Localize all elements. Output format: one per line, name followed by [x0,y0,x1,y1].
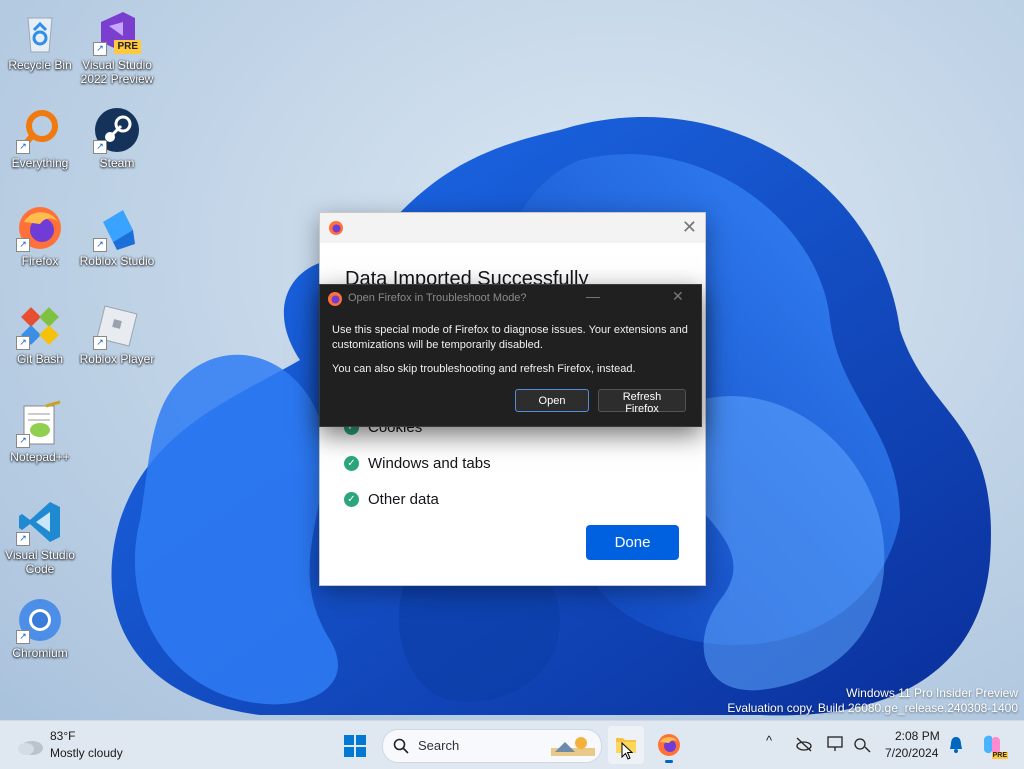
import-item-other-data: ✓ Other data [344,491,439,508]
notification-bell-icon[interactable] [948,736,964,754]
windows-watermark: Windows 11 Pro Insider Preview Evaluatio… [727,686,1018,716]
check-icon: ✓ [344,492,359,507]
network-status-icon[interactable] [853,735,871,753]
cloudy-weather-icon [18,741,43,755]
desktop-icon-label: Recycle Bin [8,58,72,72]
weather-temperature: 83°F [50,729,76,743]
desktop-icon-label: Visual Studio 2022 Preview [80,58,154,86]
watermark-build: Evaluation copy. Build 26080.ge_release.… [727,701,1018,715]
taskbar-search-box[interactable]: Search [382,729,602,763]
windows-start-icon[interactable] [344,735,366,757]
shortcut-arrow-icon: ↗ [93,42,107,56]
shortcut-arrow-icon: ↗ [16,238,30,252]
taskbar-firefox[interactable] [651,726,687,764]
roblox-player-icon: ↗ [93,302,141,350]
desktop-icon-vscode[interactable]: ↗ Visual Studio Code [0,498,80,576]
check-icon: ✓ [344,456,359,471]
shortcut-arrow-icon: ↗ [93,238,107,252]
desktop-icon-steam[interactable]: ↗ Steam [77,106,157,170]
roblox-studio-icon: ↗ [93,204,141,252]
vscode-icon: ↗ [16,498,64,546]
firefox-icon [328,292,342,306]
firefox-icon [329,221,343,235]
import-dialog-close-button[interactable]: ✕ [682,217,697,238]
display-icon[interactable] [827,735,845,753]
desktop-icon-label: Notepad++ [10,450,70,464]
desktop-icon-label: Git Bash [16,352,64,366]
clock-time[interactable]: 2:08 PM [895,729,940,743]
minimize-button[interactable]: — [586,288,600,304]
git-bash-icon: ↗ [16,302,64,350]
open-troubleshoot-button[interactable]: Open [515,389,589,412]
mouse-cursor-icon [621,742,633,760]
desktop-icon-label: Visual Studio Code [5,548,75,576]
weather-description: Mostly cloudy [50,746,123,760]
visual-studio-preview-icon: PRE ↗ [93,8,141,56]
import-item-windows-tabs: ✓ Windows and tabs [344,455,491,472]
desktop-icon-firefox[interactable]: ↗ Firefox [0,204,80,268]
desktop-icon-everything[interactable]: ↗ Everything [0,106,80,170]
desktop-icon-notepad-plus-plus[interactable]: ↗ Notepad++ [0,400,80,464]
notepad-plus-plus-icon: ↗ [16,400,64,448]
desktop-icon-label: Steam [99,156,135,170]
troubleshoot-refresh-hint: You can also skip troubleshooting and re… [332,363,636,375]
running-indicator [665,760,673,763]
taskbar-file-explorer[interactable] [608,726,644,764]
desktop-icon-label: Roblox Player [79,352,155,366]
chromium-icon: ↗ [16,596,64,644]
pre-badge: PRE [991,752,1008,759]
desktop-icon-label: Chromium [12,646,68,660]
shortcut-arrow-icon: ↗ [16,532,30,546]
firefox-icon: ↗ [16,204,64,252]
copilot-button[interactable]: PRE [980,733,1008,759]
firefox-icon [658,734,680,756]
shortcut-arrow-icon: ↗ [16,630,30,644]
troubleshoot-dialog-title: Open Firefox in Troubleshoot Mode? [348,292,527,304]
desktop-icon-label: Roblox Studio [79,254,155,268]
shortcut-arrow-icon: ↗ [16,140,30,154]
onedrive-offline-icon[interactable] [795,735,813,753]
taskbar: 83°F Mostly cloudy Search ^ 2:08 PM 7/20… [0,720,1024,769]
import-item-label: Windows and tabs [368,455,491,472]
clock-date[interactable]: 7/20/2024 [885,746,938,760]
shortcut-arrow-icon: ↗ [93,140,107,154]
shortcut-arrow-icon: ↗ [93,336,107,350]
troubleshoot-dialog-titlebar: Open Firefox in Troubleshoot Mode? — ✕ [320,285,701,313]
desktop-icon-roblox-player[interactable]: ↗ Roblox Player [77,302,157,366]
desktop-icon-visual-studio-preview[interactable]: PRE ↗ Visual Studio 2022 Preview [77,8,157,86]
search-highlight-icon [551,737,595,756]
refresh-firefox-button[interactable]: Refresh Firefox [598,389,686,415]
import-dialog-titlebar: ✕ [320,213,705,243]
desktop-icon-roblox-studio[interactable]: ↗ Roblox Studio [77,204,157,268]
search-placeholder: Search [418,738,460,753]
desktop-icon-chromium[interactable]: ↗ Chromium [0,596,80,660]
import-item-label: Other data [368,491,439,508]
recycle-bin-icon [16,8,64,56]
watermark-edition: Windows 11 Pro Insider Preview [846,686,1018,700]
search-icon [393,738,409,754]
desktop-icon-recycle-bin[interactable]: Recycle Bin [0,8,80,72]
troubleshoot-description: Use this special mode of Firefox to diag… [332,324,688,351]
show-hidden-icons-chevron[interactable]: ^ [766,733,772,748]
desktop-icon-label: Everything [11,156,69,170]
desktop-icon-label: Firefox [21,254,59,268]
pre-badge: PRE [114,40,141,54]
troubleshoot-close-button[interactable]: ✕ [672,288,684,305]
troubleshoot-mode-dialog: Open Firefox in Troubleshoot Mode? — ✕ U… [319,284,702,427]
steam-icon: ↗ [93,106,141,154]
shortcut-arrow-icon: ↗ [16,336,30,350]
done-button[interactable]: Done [586,525,679,560]
everything-search-icon: ↗ [16,106,64,154]
desktop-icon-git-bash[interactable]: ↗ Git Bash [0,302,80,366]
shortcut-arrow-icon: ↗ [16,434,30,448]
